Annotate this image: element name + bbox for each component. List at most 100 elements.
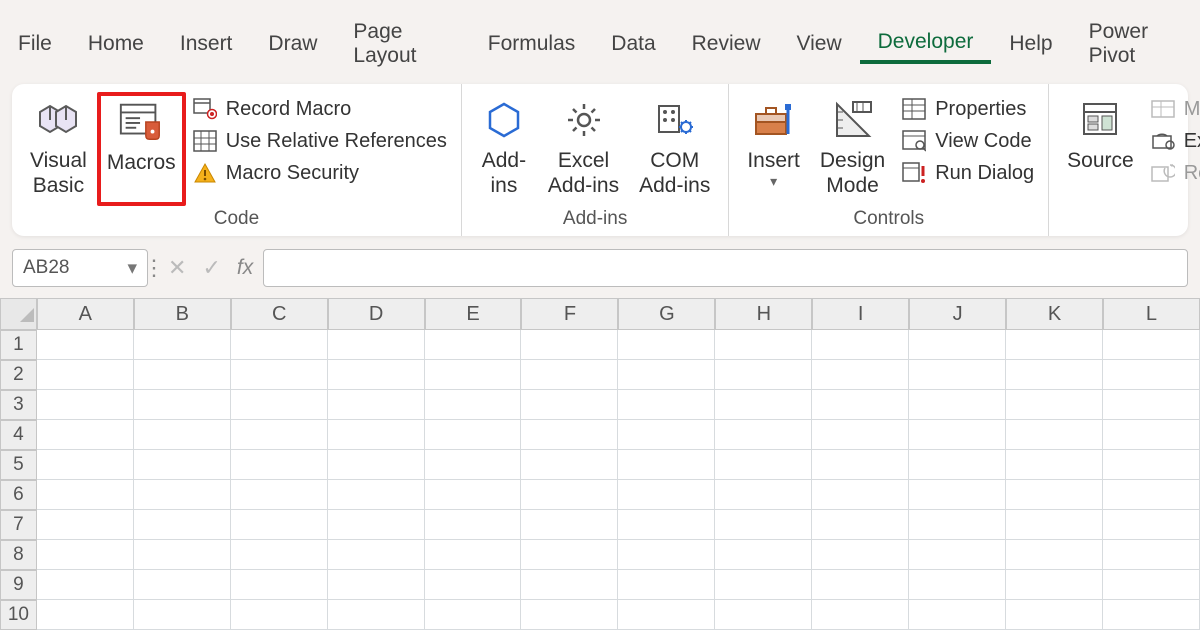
col-header-J[interactable]: J (909, 298, 1006, 330)
macro-security-button[interactable]: Macro Security (192, 160, 447, 186)
tab-file[interactable]: File (0, 26, 70, 62)
cell[interactable] (231, 390, 328, 420)
cell[interactable] (521, 570, 618, 600)
cell[interactable] (37, 480, 134, 510)
expansion-packs-button[interactable]: Expansion Pa (1150, 128, 1200, 154)
cell[interactable] (521, 420, 618, 450)
cell[interactable] (618, 540, 715, 570)
cell[interactable] (618, 390, 715, 420)
cell[interactable] (812, 540, 909, 570)
cell[interactable] (521, 360, 618, 390)
cell[interactable] (1006, 570, 1103, 600)
insert-control-button[interactable]: Insert ▾ (737, 92, 810, 206)
tab-review[interactable]: Review (674, 26, 779, 62)
cell[interactable] (231, 540, 328, 570)
cell[interactable] (812, 600, 909, 630)
cell[interactable] (618, 510, 715, 540)
cell[interactable] (134, 540, 231, 570)
design-mode-button[interactable]: Design Mode (810, 92, 895, 206)
cell[interactable] (231, 510, 328, 540)
cell[interactable] (1103, 420, 1200, 450)
col-header-K[interactable]: K (1006, 298, 1103, 330)
tab-formulas[interactable]: Formulas (470, 26, 594, 62)
cell[interactable] (618, 450, 715, 480)
cell[interactable] (1006, 360, 1103, 390)
cell[interactable] (812, 480, 909, 510)
row-header-7[interactable]: 7 (0, 510, 37, 540)
cell[interactable] (521, 450, 618, 480)
cell[interactable] (231, 450, 328, 480)
cell[interactable] (1103, 450, 1200, 480)
cell[interactable] (909, 330, 1006, 360)
cell[interactable] (1103, 540, 1200, 570)
cell[interactable] (328, 510, 425, 540)
cell[interactable] (1103, 330, 1200, 360)
cell[interactable] (715, 390, 812, 420)
cell[interactable] (1103, 360, 1200, 390)
cell[interactable] (909, 420, 1006, 450)
row-header-8[interactable]: 8 (0, 540, 37, 570)
cell[interactable] (715, 330, 812, 360)
cell[interactable] (37, 450, 134, 480)
tab-view[interactable]: View (779, 26, 860, 62)
view-code-button[interactable]: View Code (901, 128, 1034, 154)
cell[interactable] (328, 420, 425, 450)
cell[interactable] (134, 450, 231, 480)
col-header-F[interactable]: F (521, 298, 618, 330)
col-header-G[interactable]: G (618, 298, 715, 330)
cell[interactable] (328, 360, 425, 390)
add-ins-button[interactable]: Add- ins (470, 92, 538, 206)
cell[interactable] (812, 360, 909, 390)
cell[interactable] (328, 330, 425, 360)
cell[interactable] (1103, 480, 1200, 510)
cell[interactable] (909, 510, 1006, 540)
cell[interactable] (618, 420, 715, 450)
macros-button[interactable]: Macros (97, 92, 186, 206)
cell[interactable] (425, 540, 522, 570)
cell[interactable] (909, 480, 1006, 510)
cell[interactable] (909, 570, 1006, 600)
cell[interactable] (37, 360, 134, 390)
cell[interactable] (134, 510, 231, 540)
chevron-down-icon[interactable]: ▾ (127, 257, 137, 280)
row-header-4[interactable]: 4 (0, 420, 37, 450)
cell[interactable] (231, 570, 328, 600)
cell[interactable] (425, 420, 522, 450)
cell[interactable] (618, 360, 715, 390)
col-header-B[interactable]: B (134, 298, 231, 330)
cell[interactable] (715, 510, 812, 540)
cell[interactable] (521, 480, 618, 510)
cell[interactable] (134, 420, 231, 450)
cell[interactable] (909, 360, 1006, 390)
cell[interactable] (521, 600, 618, 630)
enter-icon[interactable]: ✓ (202, 255, 220, 281)
row-header-5[interactable]: 5 (0, 450, 37, 480)
cell[interactable] (812, 420, 909, 450)
cell[interactable] (134, 330, 231, 360)
tab-draw[interactable]: Draw (250, 26, 335, 62)
source-button[interactable]: Source (1057, 92, 1144, 206)
cell[interactable] (231, 420, 328, 450)
row-header-6[interactable]: 6 (0, 480, 37, 510)
cell[interactable] (521, 330, 618, 360)
cell[interactable] (1103, 390, 1200, 420)
visual-basic-button[interactable]: Visual Basic (20, 92, 97, 206)
cell[interactable] (37, 390, 134, 420)
cell[interactable] (231, 480, 328, 510)
cell[interactable] (328, 540, 425, 570)
cell[interactable] (425, 510, 522, 540)
cancel-icon[interactable]: ✕ (168, 255, 186, 281)
cell[interactable] (1103, 570, 1200, 600)
cell[interactable] (37, 600, 134, 630)
tab-data[interactable]: Data (593, 26, 673, 62)
cell[interactable] (1006, 330, 1103, 360)
cell[interactable] (37, 420, 134, 450)
cell[interactable] (618, 480, 715, 510)
col-header-C[interactable]: C (231, 298, 328, 330)
cell[interactable] (231, 330, 328, 360)
excel-addins-button[interactable]: Excel Add-ins (538, 92, 629, 206)
col-header-D[interactable]: D (328, 298, 425, 330)
cell[interactable] (812, 510, 909, 540)
com-addins-button[interactable]: COM Add-ins (629, 92, 720, 206)
col-header-H[interactable]: H (715, 298, 812, 330)
